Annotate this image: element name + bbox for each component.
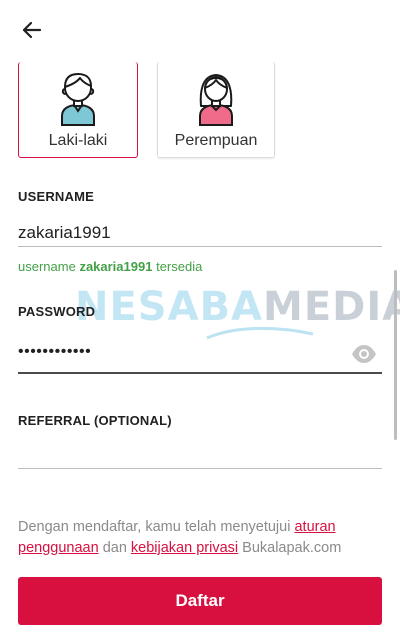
terms-text: Dengan mendaftar, kamu telah menyetujui … — [18, 517, 378, 559]
watermark-part2: MEDIA — [263, 284, 400, 330]
male-avatar-icon — [61, 73, 95, 126]
eye-icon — [352, 345, 376, 363]
privacy-policy-link[interactable]: kebijakan privasi — [131, 540, 238, 556]
gender-label-female: Perempuan — [174, 132, 258, 149]
scrollbar[interactable] — [394, 270, 397, 440]
watermark-logo: NESABAMEDIA — [75, 284, 400, 354]
username-availability-message: username zakaria1991 tersedia — [18, 259, 202, 274]
helper-suffix: tersedia — [156, 259, 203, 274]
username-label: USERNAME — [18, 189, 94, 204]
arrow-left-icon — [22, 21, 42, 39]
terms-middle: dan — [102, 540, 127, 556]
back-button[interactable] — [18, 16, 46, 44]
password-visibility-toggle[interactable] — [350, 344, 378, 364]
password-input[interactable]: •••••••••••• — [18, 343, 91, 361]
username-underline — [18, 246, 382, 247]
gender-option-female[interactable]: Perempuan — [157, 62, 275, 158]
female-avatar-icon — [199, 74, 233, 126]
referral-label: REFERRAL (OPTIONAL) — [18, 413, 172, 428]
helper-prefix: username — [18, 259, 76, 274]
referral-underline — [18, 468, 382, 469]
referral-input[interactable] — [18, 440, 318, 464]
gender-label-male: Laki-laki — [48, 132, 108, 149]
watermark-part1: NESABA — [75, 284, 264, 330]
helper-username: zakaria1991 — [79, 259, 153, 274]
register-button[interactable]: Daftar — [18, 577, 382, 625]
password-underline — [18, 372, 382, 374]
terms-suffix: Bukalapak.com — [242, 540, 342, 556]
password-label: PASSWORD — [18, 304, 96, 319]
gender-option-male[interactable]: Laki-laki — [18, 62, 138, 158]
terms-prefix: Dengan mendaftar, kamu telah menyetujui — [18, 519, 291, 535]
username-input[interactable]: zakaria1991 — [18, 223, 111, 243]
